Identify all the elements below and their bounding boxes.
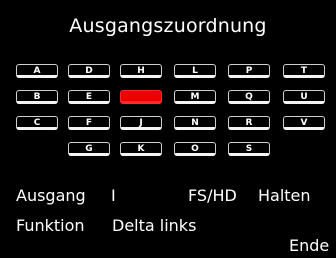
key-label: L: [192, 66, 198, 76]
key-label: U: [300, 92, 308, 102]
ausgang-label: Ausgang: [16, 186, 86, 205]
key-u[interactable]: U: [283, 90, 325, 104]
key-e[interactable]: E: [68, 90, 110, 104]
key-label: R: [245, 118, 253, 128]
key-k[interactable]: K: [120, 142, 162, 156]
key-label: M: [190, 92, 200, 102]
key-i-selected[interactable]: [120, 90, 162, 104]
key-q[interactable]: Q: [228, 90, 270, 104]
key-label: B: [33, 92, 41, 102]
key-f[interactable]: F: [68, 116, 110, 130]
key-j[interactable]: J: [120, 116, 162, 130]
key-label: D: [85, 66, 93, 76]
key-label: J: [139, 118, 143, 128]
key-label: T: [300, 66, 308, 76]
key-t[interactable]: T: [283, 64, 325, 78]
key-label: P: [245, 66, 253, 76]
hold-label: Halten: [258, 186, 311, 205]
key-n[interactable]: N: [174, 116, 216, 130]
key-d[interactable]: D: [68, 64, 110, 78]
funktion-value: Delta links: [112, 216, 197, 235]
page-title: Ausgangszuordnung: [69, 15, 267, 37]
key-label: E: [85, 92, 93, 102]
key-b[interactable]: B: [16, 90, 58, 104]
key-label: H: [137, 66, 145, 76]
mode-value: FS/HD: [188, 186, 237, 205]
key-a[interactable]: A: [16, 64, 58, 78]
key-h[interactable]: H: [120, 64, 162, 78]
key-label: K: [137, 144, 145, 154]
key-o[interactable]: O: [174, 142, 216, 156]
funktion-label: Funktion: [16, 216, 85, 235]
key-s[interactable]: S: [228, 142, 270, 156]
key-label: G: [85, 144, 93, 154]
key-label: A: [33, 66, 41, 76]
key-label: F: [85, 118, 93, 128]
key-c[interactable]: C: [16, 116, 58, 130]
key-label: N: [191, 118, 199, 128]
key-label: C: [33, 118, 41, 128]
key-label: V: [300, 118, 308, 128]
key-l[interactable]: L: [174, 64, 216, 78]
key-label: S: [245, 144, 253, 154]
key-g[interactable]: G: [68, 142, 110, 156]
key-r[interactable]: R: [228, 116, 270, 130]
ausgang-value: I: [111, 186, 116, 205]
key-m[interactable]: M: [174, 90, 216, 104]
key-p[interactable]: P: [228, 64, 270, 78]
key-label: Q: [245, 92, 253, 102]
end-label: Ende: [289, 236, 330, 255]
key-label: O: [191, 144, 199, 154]
key-v[interactable]: V: [283, 116, 325, 130]
